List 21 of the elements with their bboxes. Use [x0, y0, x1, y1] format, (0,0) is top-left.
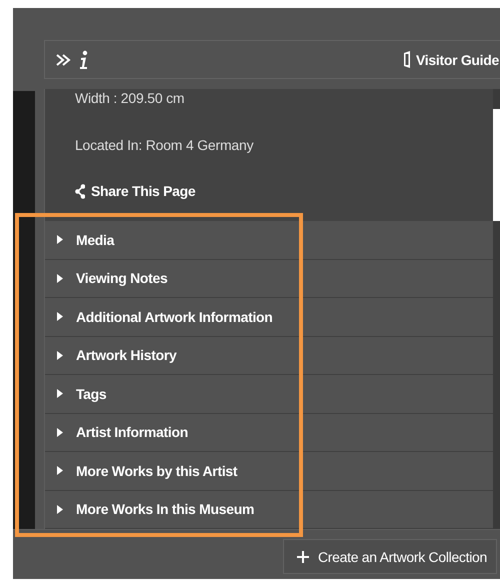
share-link[interactable]: Share This Page	[74, 183, 494, 199]
caret-icon	[56, 466, 63, 476]
accordion-item[interactable]: Artist Information	[44, 414, 494, 452]
info-icon[interactable]	[79, 50, 89, 70]
create-collection-button[interactable]: Create an Artwork Collection	[282, 539, 497, 574]
caret-icon	[56, 389, 63, 398]
caret-icon	[56, 274, 63, 283]
share-icon	[74, 184, 85, 198]
caret-icon	[56, 312, 63, 322]
door-icon	[403, 51, 412, 68]
accordion-item[interactable]: Artwork History	[44, 336, 494, 375]
detail-text: Width : 209.50 cm	[74, 89, 186, 108]
caret-icon	[56, 428, 63, 437]
visitor-guide-link[interactable]: Visitor Guide	[403, 51, 500, 68]
caret-icon	[56, 504, 63, 514]
accordion-item[interactable]: More Works In this Museum	[44, 490, 494, 529]
accordion-item[interactable]: Viewing Notes	[44, 260, 494, 298]
plus-icon	[296, 550, 310, 564]
detail-text: Located In: Room 4 Germany	[74, 136, 254, 155]
caret-icon	[56, 235, 63, 244]
caret-icon	[56, 350, 63, 360]
